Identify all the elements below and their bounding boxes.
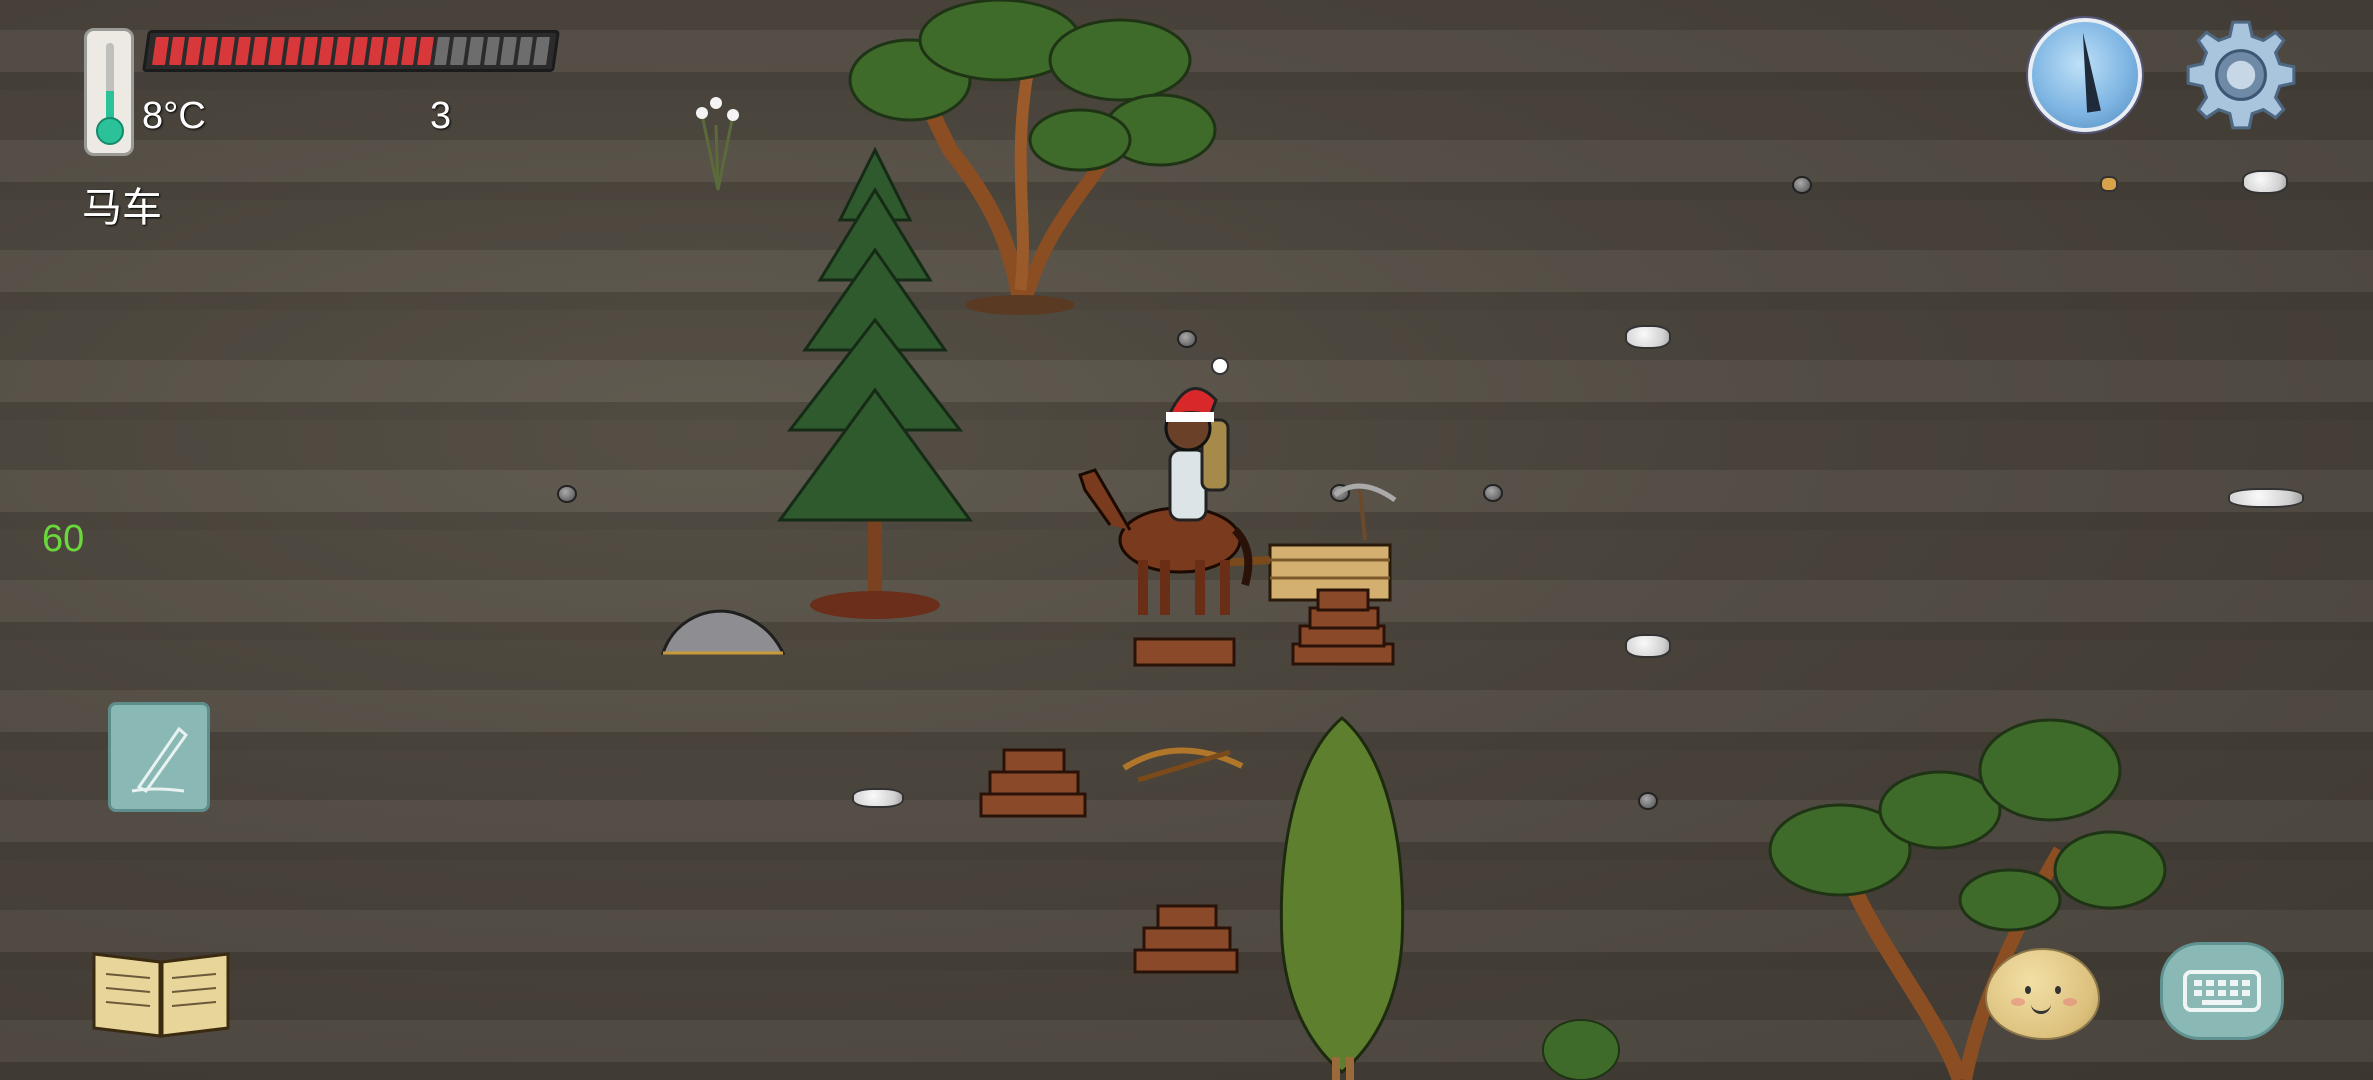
chat-keyboard-button[interactable] xyxy=(2160,942,2284,1040)
gear-icon[interactable] xyxy=(2180,14,2302,136)
flint-rock[interactable] xyxy=(852,788,904,808)
white-flowers xyxy=(696,97,739,191)
adobe-brick-pile[interactable] xyxy=(1132,902,1240,974)
flint-rock[interactable] xyxy=(2228,488,2304,508)
potato-face-icon[interactable] xyxy=(1985,948,2100,1040)
flint-rock[interactable] xyxy=(1625,325,1671,349)
bar-segment xyxy=(467,37,484,65)
juniper-tree xyxy=(1279,716,1405,1080)
small-stone[interactable] xyxy=(557,485,577,503)
wooden-branch[interactable] xyxy=(1118,740,1248,788)
bar-segment xyxy=(152,37,169,65)
bar-segment xyxy=(168,37,186,65)
bar-segment xyxy=(317,37,335,65)
small-stone[interactable] xyxy=(1483,484,1503,502)
adobe-brick-pile[interactable] xyxy=(1288,588,1398,668)
copper-nugget[interactable] xyxy=(2100,176,2118,192)
bar-segment xyxy=(251,37,269,65)
bar-segment xyxy=(367,37,385,65)
fps-counter: 60 xyxy=(42,518,85,560)
bar-segment xyxy=(417,37,434,65)
bar-segment xyxy=(218,37,235,65)
boulder xyxy=(660,609,786,655)
small-stone[interactable] xyxy=(1638,792,1658,810)
flint-rock[interactable] xyxy=(2242,170,2288,194)
pine-tree-left xyxy=(777,146,973,619)
hunger-bar xyxy=(142,30,560,72)
bar-segment xyxy=(433,37,451,65)
bar-segment xyxy=(483,37,501,65)
bar-segment xyxy=(234,37,252,65)
keyboard-icon xyxy=(2183,970,2261,1012)
bar-segment xyxy=(450,37,467,65)
pen-icon xyxy=(131,726,189,793)
bar-segment xyxy=(268,37,285,65)
bar-segment xyxy=(384,37,401,65)
yum-bonus-counter: 3 xyxy=(430,95,452,137)
shrub xyxy=(1542,1019,1620,1080)
bar-segment xyxy=(301,37,318,65)
adobe-brick-row[interactable] xyxy=(1132,634,1237,668)
small-stone[interactable] xyxy=(1792,176,1812,194)
temperature-readout: 8°C xyxy=(142,95,206,137)
bar-segment xyxy=(334,37,351,65)
thermometer-icon xyxy=(84,28,134,156)
flint-rock[interactable] xyxy=(1625,634,1671,658)
bar-segment xyxy=(516,37,534,65)
bar-segment xyxy=(185,37,202,65)
bar-segment xyxy=(533,37,550,65)
bar-segment xyxy=(350,37,368,65)
held-object-label: 马车 xyxy=(82,185,162,231)
small-stone[interactable] xyxy=(1177,330,1197,348)
twisted-tree-bottom xyxy=(1768,718,2167,1080)
bar-segment xyxy=(201,37,219,65)
book-icon[interactable] xyxy=(90,944,232,1040)
adobe-brick-pile[interactable] xyxy=(978,746,1088,818)
bar-segment xyxy=(400,37,418,65)
journal-button[interactable] xyxy=(108,702,210,812)
game-viewport[interactable]: 8°C 3 马车 60 xyxy=(0,0,2373,1080)
compass-icon[interactable] xyxy=(2028,18,2142,132)
bar-segment xyxy=(500,37,517,65)
bar-segment xyxy=(284,37,302,65)
